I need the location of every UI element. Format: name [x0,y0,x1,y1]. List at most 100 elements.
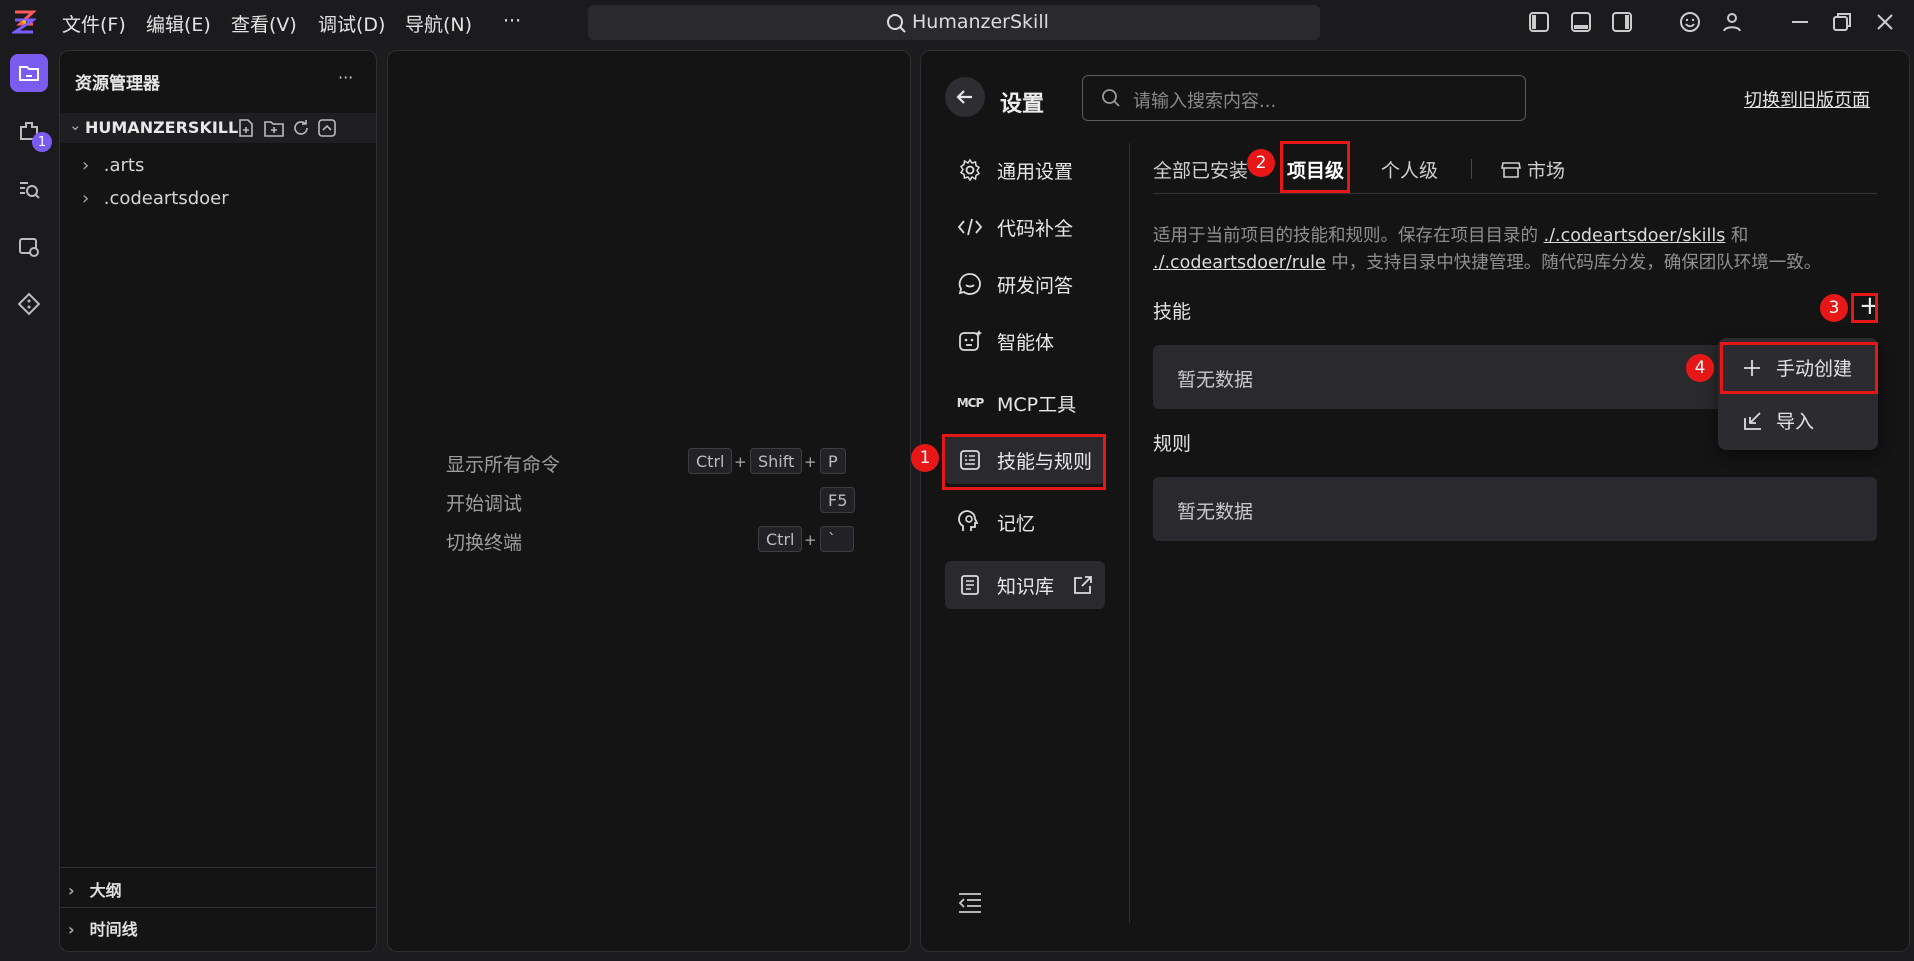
project-root-name: HUMANZERSKILL [85,118,239,137]
command-start-debug: 开始调试 [446,493,523,515]
toggle-sidebar-icon[interactable] [1527,10,1551,34]
new-folder-icon[interactable] [263,118,285,138]
explorer-more-button[interactable]: ··· [338,68,353,87]
tree-item-codeartsdoer[interactable]: › .codeartsdoer [82,188,229,209]
import-item[interactable]: 导入 [1742,407,1814,434]
step-badge-3: 3 [1820,294,1848,322]
back-button[interactable] [945,77,985,117]
highlight-add-button [1851,293,1878,323]
nav-label: MCP工具 [997,393,1077,416]
chevron-right-icon: › [68,881,75,900]
chevron-down-icon: ⌄ [69,116,82,134]
search-activity[interactable] [10,171,48,209]
files-icon [19,66,39,81]
account-icon[interactable] [1720,10,1744,34]
rules-heading: 规则 [1153,433,1192,455]
toggle-secondary-icon[interactable] [1610,10,1634,34]
smile-icon[interactable] [1678,10,1702,34]
timeline-section[interactable]: › 时间线 [68,916,138,940]
arrow-left-icon [956,90,972,104]
settings-activity[interactable] [10,228,48,266]
title-bar: 文件(F) 编辑(E) 查看(V) 调试(D) 导航(N) ··· Humanz… [0,0,1914,44]
settings-page-icon [19,238,39,257]
activity-bar: 1 [0,44,56,961]
restore-icon[interactable] [1830,10,1854,34]
menu-view[interactable]: 查看(V) [231,10,297,37]
desc-text: 适用于当前项目的技能和规则。保存在项目目录的 [1153,226,1544,246]
step-badge-4: 4 [1686,354,1714,382]
menu-more[interactable]: ··· [503,10,521,32]
tab-underline [1153,193,1877,194]
collapse-all-icon[interactable] [317,118,337,138]
divider [60,907,376,908]
chat-icon [957,271,983,297]
nav-label: 通用设置 [997,160,1074,183]
nav-agent[interactable]: 智能体 [945,317,1105,365]
nav-general-settings[interactable]: 通用设置 [945,146,1105,194]
collapse-nav-icon[interactable] [957,891,983,915]
menu-navigate[interactable]: 导航(N) [405,10,472,37]
app-logo-icon [12,10,36,34]
search-icon [887,14,906,33]
tab-all-installed[interactable]: 全部已安装 [1153,156,1248,183]
chevron-right-icon: › [82,155,90,176]
store-icon [1501,161,1521,178]
extensions-activity[interactable]: 1 [10,112,52,152]
outline-section[interactable]: › 大纲 [68,877,122,901]
switch-old-page-link[interactable]: 切换到旧版页面 [1744,86,1870,112]
key-ctrl: Ctrl [688,448,733,474]
tree-item-label: .arts [103,155,145,176]
nav-memory[interactable]: 记忆 [945,498,1105,546]
new-file-icon[interactable] [236,118,256,138]
nav-knowledge-base[interactable]: 知识库 [945,561,1105,609]
menu-debug[interactable]: 调试(D) [318,10,385,37]
settings-title: 设置 [1000,92,1045,117]
rule-path-link[interactable]: ./.codeartsdoer/rule [1153,253,1326,273]
memory-icon [957,509,983,535]
tree-item-arts[interactable]: › .arts [82,155,144,176]
highlight-skills-rules [942,434,1106,490]
step-badge-1: 1 [911,444,939,472]
external-link-icon [1074,576,1092,594]
nav-label: 智能体 [997,331,1055,354]
chevron-right-icon: › [68,920,75,939]
tab-personal-level[interactable]: 个人级 [1381,156,1438,183]
key-plus: + [804,453,817,471]
skills-path-link[interactable]: ./.codeartsdoer/skills [1544,226,1726,246]
git-activity[interactable] [10,285,48,323]
key-p: P [820,448,846,474]
explorer-activity[interactable] [10,54,48,92]
tab-market[interactable]: 市场 [1501,156,1565,183]
settings-search-input[interactable]: 请输入搜索内容... [1082,75,1526,121]
command-toggle-terminal: 切换终端 [446,532,523,554]
nav-dev-qa[interactable]: 研发问答 [945,260,1105,308]
key-plus: + [734,453,747,471]
outline-label: 大纲 [89,881,122,900]
nav-mcp-tools[interactable]: MCP MCP工具 [945,379,1105,427]
skills-heading: 技能 [1153,301,1192,323]
search-icon [1102,89,1120,107]
timeline-label: 时间线 [89,920,138,939]
project-root-row[interactable]: ⌄ HUMANZERSKILL [60,113,376,143]
mcp-icon: MCP [956,396,985,410]
divider [60,867,376,868]
close-icon[interactable] [1873,10,1897,34]
editor-panel: 显示所有命令 Ctrl + Shift + P 开始调试 F5 切换终端 Ctr… [387,50,911,952]
command-search[interactable]: HumanzerSkill [588,5,1320,40]
key-plus: + [804,531,817,549]
menu-file[interactable]: 文件(F) [62,10,126,37]
menu-edit[interactable]: 编辑(E) [146,10,211,37]
git-icon [17,292,41,316]
minimize-icon[interactable] [1788,10,1812,34]
refresh-icon[interactable] [291,118,311,138]
nav-code-completion[interactable]: 代码补全 [945,203,1105,251]
key-shift: Shift [750,448,803,474]
toggle-panel-icon[interactable] [1569,10,1593,34]
knowledge-icon [957,572,983,598]
empty-text: 暂无数据 [1177,501,1254,523]
nav-label: 研发问答 [997,274,1074,297]
code-icon [957,214,983,240]
import-label: 导入 [1776,411,1815,433]
import-icon [1744,411,1761,430]
tab-market-label: 市场 [1527,160,1566,182]
